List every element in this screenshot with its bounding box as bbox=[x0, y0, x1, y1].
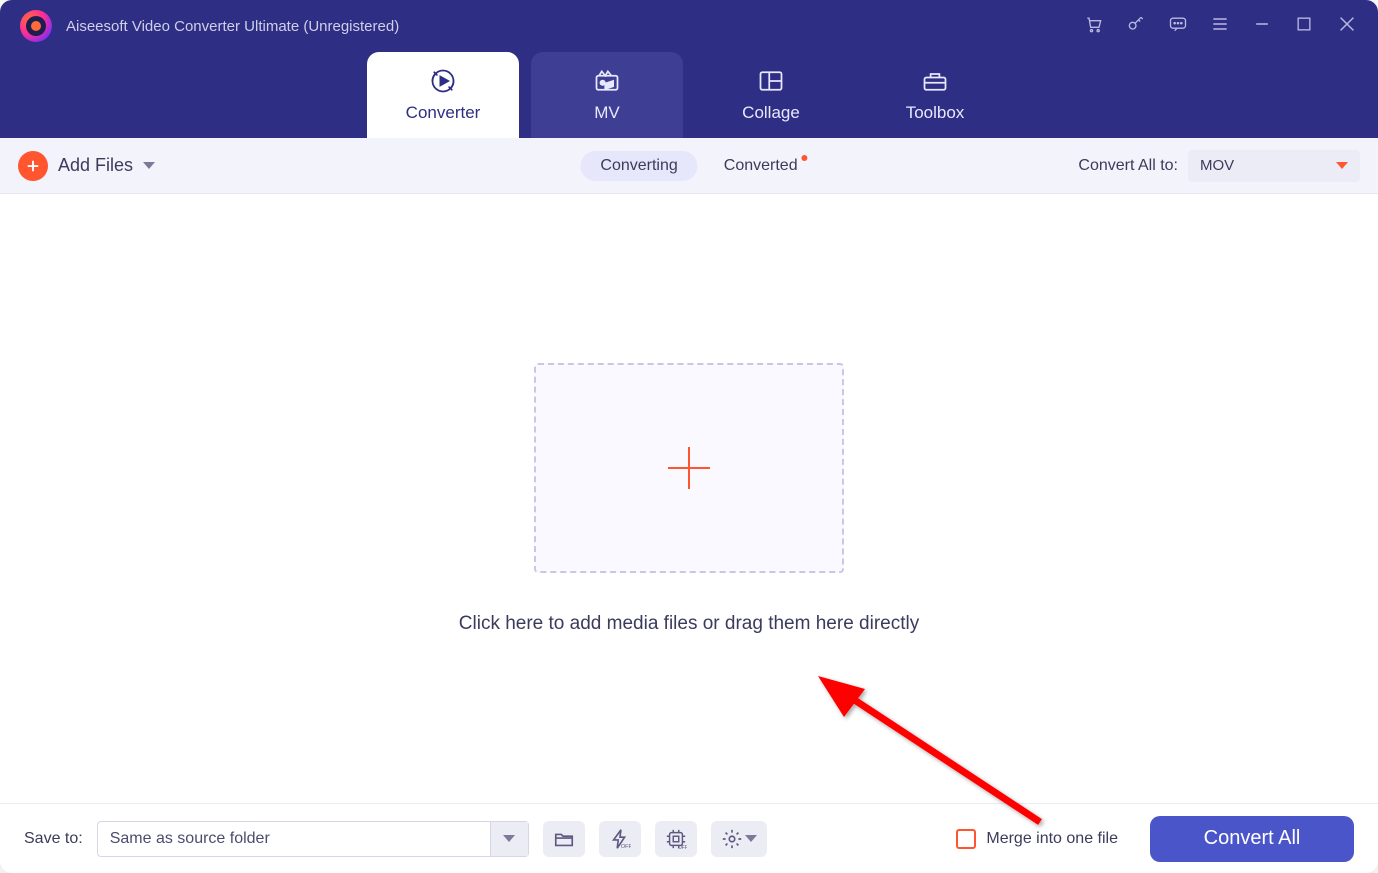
window-controls bbox=[1084, 13, 1358, 40]
key-icon[interactable] bbox=[1126, 14, 1146, 39]
tab-collage-label: Collage bbox=[742, 103, 800, 123]
chevron-down-icon bbox=[745, 835, 757, 842]
chip-icon: OFF bbox=[665, 828, 687, 850]
add-files-button[interactable]: Add Files bbox=[18, 151, 155, 181]
tab-toolbox-label: Toolbox bbox=[906, 103, 965, 123]
app-title: Aiseesoft Video Converter Ultimate (Unre… bbox=[66, 18, 399, 35]
save-path-select[interactable]: Same as source folder bbox=[97, 821, 529, 857]
tab-mv-label: MV bbox=[594, 103, 620, 123]
status-converted[interactable]: Converted bbox=[724, 157, 798, 175]
output-format-select[interactable]: MOV bbox=[1188, 150, 1360, 182]
app-logo-icon bbox=[20, 10, 52, 42]
chevron-down-icon bbox=[1336, 162, 1348, 169]
hardware-accel-button[interactable]: OFF bbox=[599, 821, 641, 857]
convert-all-button[interactable]: Convert All bbox=[1150, 816, 1354, 862]
checkbox-icon bbox=[956, 829, 976, 849]
save-to-label: Save to: bbox=[24, 830, 83, 848]
feedback-icon[interactable] bbox=[1168, 14, 1188, 39]
plus-icon bbox=[18, 151, 48, 181]
svg-text:OFF: OFF bbox=[678, 845, 687, 850]
menu-icon[interactable] bbox=[1210, 14, 1230, 39]
save-path-dropdown[interactable] bbox=[490, 822, 528, 856]
output-format-value: MOV bbox=[1200, 157, 1234, 174]
status-converted-label: Converted bbox=[724, 157, 798, 174]
lightning-icon: OFF bbox=[609, 828, 631, 850]
settings-button[interactable] bbox=[711, 821, 767, 857]
merge-checkbox[interactable]: Merge into one file bbox=[956, 829, 1118, 849]
tab-converter-label: Converter bbox=[406, 103, 481, 123]
convert-all-to-label: Convert All to: bbox=[1078, 157, 1178, 175]
toolbar: Add Files Converting Converted Convert A… bbox=[0, 138, 1378, 194]
drop-hint-text: Click here to add media files or drag th… bbox=[459, 613, 919, 635]
save-path-value: Same as source folder bbox=[98, 830, 490, 848]
gpu-accel-button[interactable]: OFF bbox=[655, 821, 697, 857]
collage-icon bbox=[756, 67, 786, 95]
main-area: Click here to add media files or drag th… bbox=[0, 194, 1378, 803]
tab-toolbox[interactable]: Toolbox bbox=[859, 52, 1011, 138]
tab-converter[interactable]: Converter bbox=[367, 52, 519, 138]
tab-mv[interactable]: MV bbox=[531, 52, 683, 138]
minimize-button[interactable] bbox=[1252, 14, 1272, 39]
folder-icon bbox=[553, 828, 575, 850]
drop-zone[interactable] bbox=[534, 363, 844, 573]
tab-collage[interactable]: Collage bbox=[695, 52, 847, 138]
open-folder-button[interactable] bbox=[543, 821, 585, 857]
chevron-down-icon bbox=[503, 835, 515, 842]
plus-large-icon bbox=[662, 441, 716, 495]
footer: Save to: Same as source folder OFF OFF M… bbox=[0, 803, 1378, 873]
status-converting[interactable]: Converting bbox=[580, 151, 697, 181]
close-button[interactable] bbox=[1336, 13, 1358, 40]
chevron-down-icon bbox=[143, 162, 155, 169]
main-tabs: Converter MV Collage bbox=[0, 52, 1378, 138]
cart-icon[interactable] bbox=[1084, 14, 1104, 39]
mv-icon bbox=[592, 67, 622, 95]
toolbox-icon bbox=[920, 67, 950, 95]
titlebar: Aiseesoft Video Converter Ultimate (Unre… bbox=[0, 0, 1378, 52]
converter-icon bbox=[428, 67, 458, 95]
merge-label: Merge into one file bbox=[986, 830, 1118, 848]
gear-icon bbox=[721, 828, 743, 850]
maximize-button[interactable] bbox=[1294, 14, 1314, 39]
add-files-label: Add Files bbox=[58, 155, 133, 176]
notification-dot-icon bbox=[802, 155, 808, 161]
svg-text:OFF: OFF bbox=[621, 844, 631, 850]
